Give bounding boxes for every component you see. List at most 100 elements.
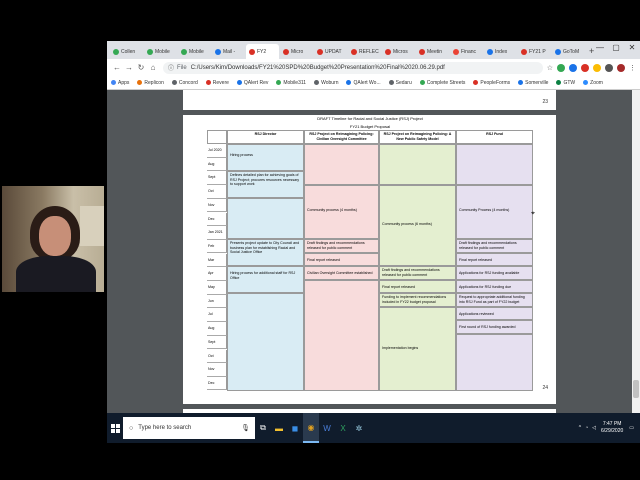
extension-icon[interactable] (557, 63, 565, 72)
system-tray: ^ ◔ ◁ 7:47 PM 6/29/2020 ▭ (579, 421, 640, 435)
bookmark-icon (556, 80, 562, 85)
browser-tab[interactable]: FY2 (246, 44, 279, 59)
bookmark-item[interactable]: QAlert Wo... (346, 80, 381, 86)
reload-icon[interactable]: ↻ (135, 63, 147, 72)
start-button[interactable] (107, 413, 123, 443)
bookmark-item[interactable]: Complete Streets (419, 80, 465, 86)
pdf-viewer[interactable]: 23 DRAFT Timeline for Racial and Social … (107, 90, 640, 413)
tab-favicon-icon (419, 48, 425, 55)
clock-time: 7:47 PM (602, 421, 622, 427)
civilian-established: Civilian Oversight Committee established (304, 266, 379, 280)
browser-tab[interactable]: Micros (382, 44, 415, 59)
browser-tab[interactable]: Meetin (416, 44, 449, 59)
browser-tab[interactable]: Mobile (144, 44, 177, 59)
extension-icon[interactable] (569, 63, 577, 72)
maximize-button[interactable]: ▢ (608, 41, 624, 55)
safety-draft: Draft findings and recommendations relea… (379, 266, 456, 280)
profile-avatar[interactable] (617, 63, 625, 72)
bookmark-item[interactable]: Replicon (137, 80, 164, 86)
bookmark-icon (171, 80, 177, 85)
bookmark-item[interactable]: QAlert Rev (236, 80, 268, 86)
webcam-person-face (39, 216, 71, 256)
bookmark-label: Somerville (525, 79, 549, 86)
month-label: Jun (207, 294, 227, 309)
browser-tab[interactable]: UPDAT (314, 44, 347, 59)
bookmark-item[interactable]: Concord (171, 80, 198, 86)
scrollbar[interactable] (632, 90, 640, 413)
tab-favicon-icon (215, 48, 221, 55)
tab-title: REFLEC (359, 48, 379, 55)
bookmark-icon (236, 80, 242, 85)
wifi-icon[interactable]: ◔ (585, 425, 588, 431)
bookmark-item[interactable]: Apps (111, 80, 129, 86)
rsj-timeline-table: DRAFT Timeline for Racial and Social Jus… (207, 115, 533, 398)
browser-tab[interactable]: GoToM (552, 44, 585, 59)
file-explorer-icon[interactable]: ▬ (271, 413, 287, 443)
browser-tab[interactable]: Financ (450, 44, 483, 59)
excel-icon[interactable]: X (335, 413, 351, 443)
browser-tab[interactable]: Collen (110, 44, 143, 59)
address-bar[interactable]: ⓘ File C:/Users/Kim/Downloads/FY21%20SPD… (163, 61, 543, 74)
director-additional: Hiring process for additional staff for … (227, 266, 304, 293)
bookmark-item[interactable]: PeopleForms (473, 80, 510, 86)
browser-tab[interactable]: FY21 P (518, 44, 551, 59)
chevron-up-icon[interactable]: ^ (579, 425, 581, 431)
tab-title: GoToM (563, 48, 580, 55)
notifications-icon[interactable]: ▭ (629, 425, 634, 431)
fund-applications-available: Applications for RSJ funding available (456, 266, 533, 280)
director-presents: Presents project update to City Council … (227, 239, 304, 266)
month-label: Feb (207, 239, 227, 254)
month-label: Jan 2021 (207, 226, 227, 240)
close-button[interactable]: ✕ (624, 41, 640, 55)
clock[interactable]: 7:47 PM 6/29/2020 (601, 421, 623, 435)
month-label: Jul 2020 (207, 144, 227, 158)
safety-implementation: Implementation begins (379, 307, 456, 391)
browser-tab[interactable]: Micro (280, 44, 313, 59)
extension-icon[interactable] (581, 63, 589, 72)
bookmark-item[interactable]: Revere (205, 80, 229, 86)
fund-reviewed: Applications reviewed (456, 307, 533, 320)
civilian-community: Community process (4 months) (304, 185, 379, 239)
forward-icon[interactable]: → (123, 63, 135, 72)
browser-tab[interactable]: Mail - (212, 44, 245, 59)
word-icon[interactable]: W (319, 413, 335, 443)
browser-tab[interactable]: REFLEC (348, 44, 381, 59)
fund-applications-due: Applications for RSJ funding due (456, 280, 533, 293)
scrollbar-thumb[interactable] (633, 380, 639, 398)
bookmark-item[interactable]: Woburn (314, 80, 338, 86)
task-view-icon[interactable]: ⧉ (255, 413, 271, 443)
extension-icon[interactable] (593, 63, 601, 72)
menu-icon[interactable]: ⋮ (629, 64, 636, 72)
home-icon[interactable]: ⌂ (147, 63, 159, 72)
director-empty (227, 198, 304, 239)
month-label: May (207, 281, 227, 295)
address-scheme: File (177, 64, 187, 71)
chrome-icon[interactable]: ◉ (303, 413, 319, 443)
app-icon[interactable]: ✲ (351, 413, 367, 443)
outlook-icon[interactable]: ◼ (287, 413, 303, 443)
bookmark-item[interactable]: GTW (556, 80, 575, 86)
bookmark-icon (205, 80, 211, 85)
tab-favicon-icon (487, 48, 493, 55)
taskbar-search[interactable]: ○ Type here to search 🎙 (123, 417, 255, 439)
tab-favicon-icon (181, 48, 187, 55)
fund-empty (456, 334, 533, 391)
bookmark-icon (346, 80, 352, 85)
star-icon[interactable]: ☆ (547, 64, 553, 72)
browser-tab[interactable]: Mobile (178, 44, 211, 59)
bookmark-item[interactable]: Mobile311 (276, 80, 306, 86)
bookmark-item[interactable]: Somerville (518, 80, 548, 86)
tab-title: FY2 (257, 48, 267, 55)
back-icon[interactable]: ← (111, 63, 123, 72)
extension-icon[interactable] (605, 63, 613, 72)
bookmark-item[interactable]: Sedaru (388, 80, 412, 86)
tab-title: FY21 P (529, 48, 546, 55)
browser-tab[interactable]: Index (484, 44, 517, 59)
volume-icon[interactable]: ◁ (592, 425, 596, 431)
info-icon[interactable]: ⓘ (168, 63, 174, 72)
minimize-button[interactable]: — (592, 41, 608, 55)
microphone-icon[interactable]: 🎙 (241, 424, 250, 432)
bottom-letterbox (0, 443, 640, 480)
bookmark-item[interactable]: Zoom (583, 80, 603, 86)
tab-favicon-icon (283, 48, 289, 55)
